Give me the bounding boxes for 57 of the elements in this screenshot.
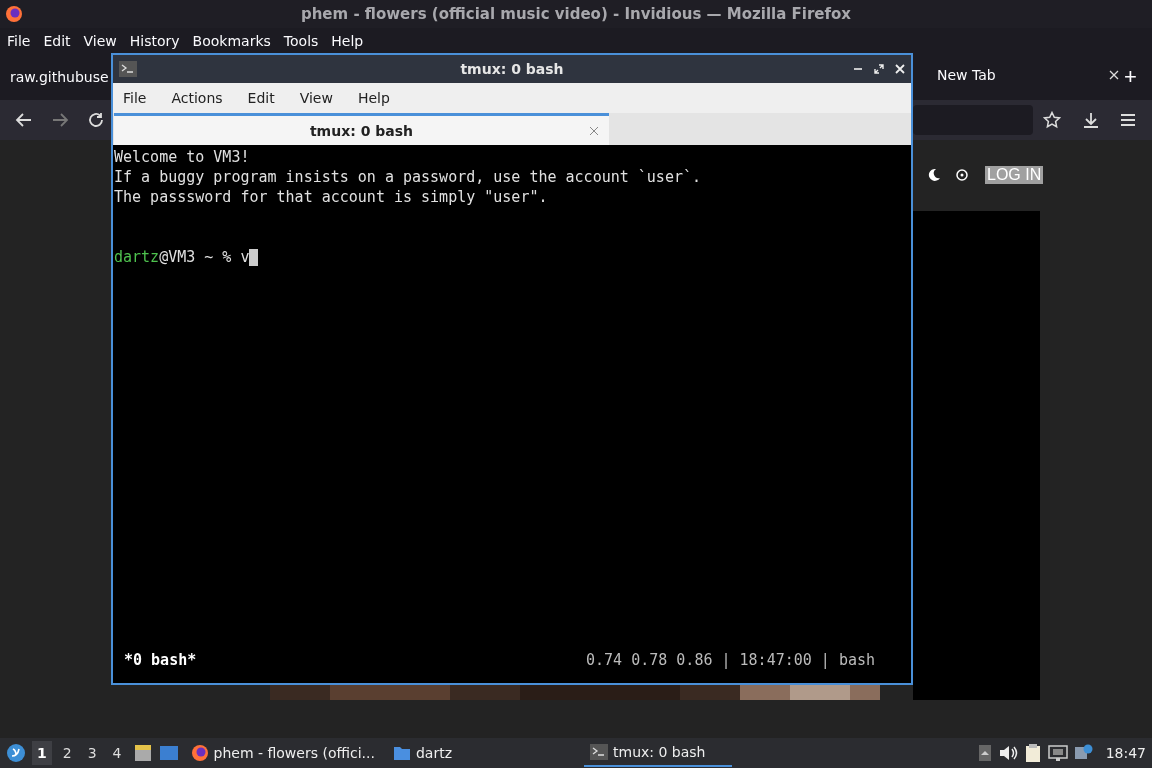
- clock: 18:47: [1105, 745, 1146, 761]
- workspace-button[interactable]: 1: [32, 741, 52, 765]
- back-icon[interactable]: [15, 111, 33, 129]
- menu-icon[interactable]: [1119, 111, 1137, 129]
- menu-item[interactable]: Help: [357, 90, 390, 106]
- new-tab-button[interactable]: +: [1120, 64, 1141, 90]
- download-icon[interactable]: [1082, 111, 1100, 129]
- moon-icon[interactable]: [927, 168, 941, 182]
- taskbar-button[interactable]: dartz: [386, 739, 458, 767]
- menu-item[interactable]: Edit: [43, 33, 71, 49]
- tmux-window-list: *0 bash*: [124, 650, 197, 670]
- menu-item[interactable]: View: [83, 33, 117, 49]
- menu-item[interactable]: Help: [331, 33, 364, 49]
- workspace-button[interactable]: 3: [82, 741, 102, 765]
- terminal-icon: [119, 61, 137, 77]
- menu-item[interactable]: Bookmarks: [192, 33, 271, 49]
- window-title: tmux: 0 bash: [460, 61, 564, 77]
- prompt-text: @VM3 ~ % v: [159, 247, 250, 267]
- firefox-icon: [5, 5, 23, 23]
- workspace-button[interactable]: 2: [57, 741, 77, 765]
- menu-item[interactable]: Tools: [283, 33, 319, 49]
- volume-icon[interactable]: [997, 744, 1018, 762]
- terminal-line: If a buggy program insists on a password, use the account `user`.: [114, 167, 702, 187]
- menu-item[interactable]: View: [299, 90, 333, 106]
- notification-icon[interactable]: [1073, 744, 1094, 762]
- start-menu-icon[interactable]: [6, 743, 26, 763]
- terminal-line: Welcome to VM3!: [114, 147, 251, 167]
- firefox-icon: [190, 744, 209, 762]
- network-icon[interactable]: [1047, 744, 1068, 762]
- taskbar-button[interactable]: phem - flowers (offici...: [184, 739, 381, 767]
- folder-icon: [392, 745, 411, 761]
- prompt-user: dartz: [114, 247, 160, 267]
- tray-up-icon[interactable]: [977, 744, 992, 762]
- browser-tab[interactable]: raw.githubuse: [0, 69, 109, 85]
- star-icon[interactable]: [1043, 111, 1061, 129]
- forward-icon[interactable]: [51, 111, 69, 129]
- reload-icon[interactable]: [87, 111, 105, 129]
- taskbar-button[interactable]: tmux: 0 bash: [584, 739, 732, 767]
- terminal-tab[interactable]: tmux: 0 bash: [114, 113, 609, 145]
- workspace-button[interactable]: 4: [107, 741, 127, 765]
- text-cursor: [249, 249, 259, 266]
- browser-tab[interactable]: New Tab: [927, 67, 1119, 83]
- maximize-icon[interactable]: [874, 64, 884, 74]
- file-cabinet-icon[interactable]: [132, 743, 153, 763]
- gear-icon[interactable]: [955, 168, 969, 182]
- url-field[interactable]: [913, 105, 1033, 135]
- menu-item[interactable]: Edit: [247, 90, 275, 106]
- terminal-line: The passsword for that account is simply "user".: [114, 187, 549, 207]
- menu-item[interactable]: File: [123, 90, 147, 106]
- menu-item[interactable]: File: [7, 33, 31, 49]
- tmux-status: 0.74 0.78 0.86 | 18:47:00 | bash: [586, 650, 875, 670]
- desktop-icon[interactable]: [158, 744, 179, 762]
- clipboard-icon[interactable]: [1023, 743, 1042, 763]
- menu-item[interactable]: History: [129, 33, 180, 49]
- window-title: phem - flowers (official music video) - Invidious — Mozilla Firefox: [300, 5, 852, 23]
- terminal-icon: [590, 744, 608, 760]
- menu-item[interactable]: Actions: [171, 90, 223, 106]
